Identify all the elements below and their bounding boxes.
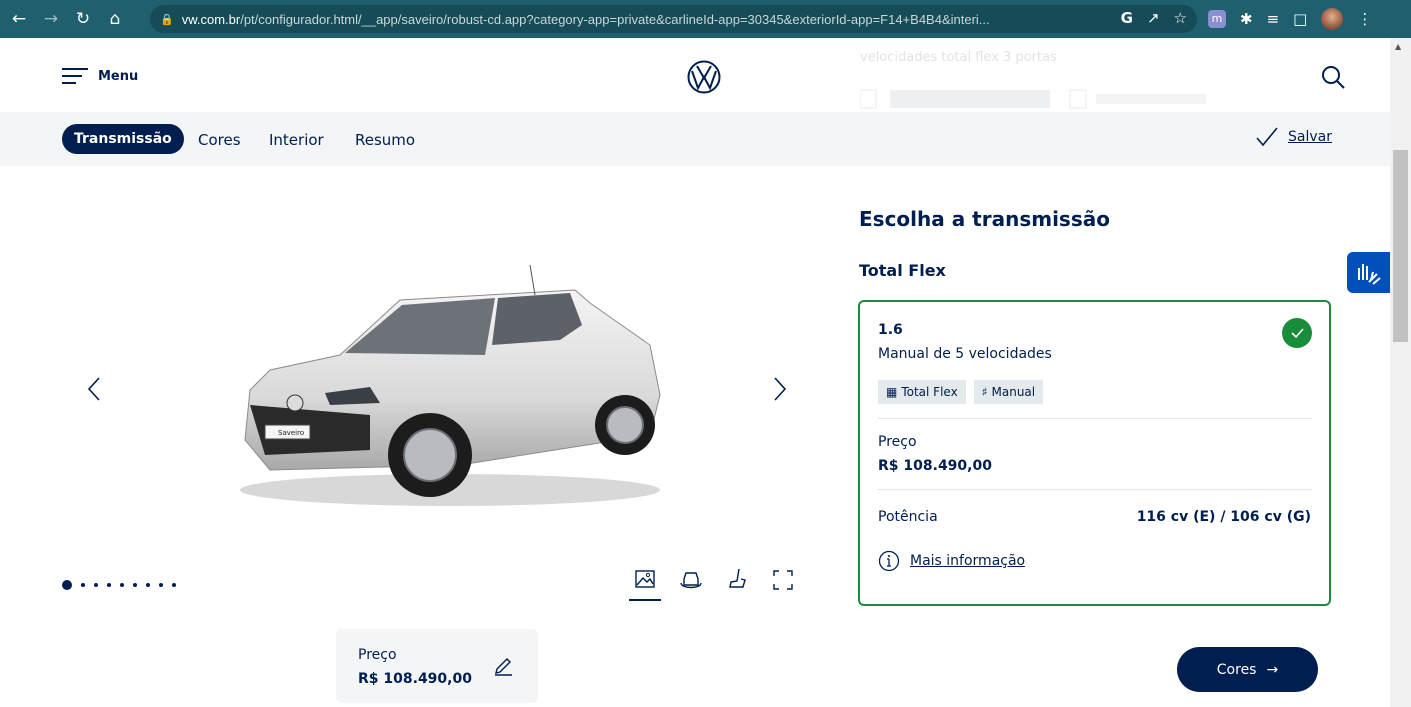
image-view-icon[interactable] xyxy=(629,565,661,601)
transmission-option-card[interactable]: 1.6 Manual de 5 velocidades ▦ Total Flex… xyxy=(858,300,1331,606)
arrow-right-icon: → xyxy=(1266,661,1279,678)
configurator-steps: Transmissão Cores Interior Resumo Salvar xyxy=(0,112,1390,166)
more-info-label: Mais informação xyxy=(910,553,1026,569)
vw-logo-icon[interactable] xyxy=(687,60,721,94)
scrollbar-thumb[interactable] xyxy=(1393,150,1408,342)
pagination-dot[interactable] xyxy=(133,583,137,587)
pagination-dot[interactable] xyxy=(94,583,98,587)
reload-icon[interactable]: ↻ xyxy=(70,9,96,29)
gearbox-icon: ♯ xyxy=(981,385,988,399)
info-icon xyxy=(878,550,900,572)
menu-label: Menu xyxy=(98,68,139,84)
pagination-dot[interactable] xyxy=(62,580,72,590)
fuel-chip: ▦ Total Flex xyxy=(878,380,966,404)
divider xyxy=(878,418,1312,419)
share-icon[interactable]: ↗ xyxy=(1147,9,1160,27)
card-price-label: Preço xyxy=(878,434,917,450)
star-icon[interactable]: ☆ xyxy=(1174,9,1187,27)
transmission-description: Manual de 5 velocidades xyxy=(878,346,1052,362)
extension-icon[interactable]: m xyxy=(1208,10,1226,28)
lock-icon[interactable]: 🔒 xyxy=(160,13,174,26)
forward-icon[interactable]: → xyxy=(38,9,64,29)
page-scrollbar[interactable]: ▲ xyxy=(1390,38,1411,707)
pagination-dot[interactable] xyxy=(120,583,124,587)
url-path: /pt/configurador.html/__app/saveiro/robu… xyxy=(240,11,990,27)
page-title: Escolha a transmissão xyxy=(859,207,1110,231)
tab-interior[interactable]: Interior xyxy=(269,131,324,149)
card-price-value: R$ 108.490,00 xyxy=(878,458,992,474)
pagination-dot[interactable] xyxy=(146,583,150,587)
chip-label: Manual xyxy=(991,385,1036,399)
url-text[interactable]: vw.com.br/pt/configurador.html/__app/sav… xyxy=(182,12,1102,27)
engine-label: 1.6 xyxy=(878,322,903,338)
address-bar[interactable]: 🔒 vw.com.br/pt/configurador.html/__app/s… xyxy=(150,5,1197,33)
interior-view-icon[interactable] xyxy=(721,565,753,601)
search-icon[interactable] xyxy=(1320,64,1346,90)
svg-text:Saveiro: Saveiro xyxy=(278,429,304,437)
pagination-dot[interactable] xyxy=(81,583,85,587)
price-label: Preço xyxy=(358,647,397,663)
fullscreen-icon[interactable] xyxy=(767,565,799,601)
gallery-pagination xyxy=(62,580,176,590)
sign-language-hands-icon xyxy=(1358,264,1381,285)
pagination-dot[interactable] xyxy=(159,583,163,587)
google-icon[interactable]: G xyxy=(1121,9,1133,27)
ghost-text: velocidades total flex 3 portas xyxy=(860,50,1057,65)
edit-pencil-icon[interactable] xyxy=(491,653,515,677)
save-label: Salvar xyxy=(1288,129,1332,145)
save-button[interactable]: Salvar xyxy=(1256,126,1332,148)
check-icon xyxy=(1256,127,1278,147)
price-summary: Preço R$ 108.490,00 xyxy=(336,629,538,703)
sign-language-widget[interactable] xyxy=(1347,252,1390,293)
group-title: Total Flex xyxy=(859,261,946,280)
home-icon[interactable]: ⌂ xyxy=(102,9,128,29)
kebab-menu-icon[interactable]: ⋮ xyxy=(1357,10,1372,28)
pagination-dot[interactable] xyxy=(107,583,111,587)
power-label: Potência xyxy=(878,509,938,525)
fuel-icon: ▦ xyxy=(886,385,898,399)
pagination-dot[interactable] xyxy=(172,583,176,587)
media-icon[interactable]: ≡ xyxy=(1267,10,1280,28)
power-value: 116 cv (E) / 106 cv (G) xyxy=(1136,509,1311,525)
back-icon[interactable]: ← xyxy=(6,9,32,29)
profile-avatar[interactable] xyxy=(1321,8,1344,30)
ghost-chips xyxy=(860,89,1206,109)
divider xyxy=(878,489,1312,490)
chip-label: Total Flex xyxy=(901,385,958,399)
car-image: Saveiro xyxy=(240,265,661,506)
tab-resumo[interactable]: Resumo xyxy=(355,131,415,149)
selected-check-icon xyxy=(1282,318,1312,348)
url-host: vw.com.br xyxy=(181,11,241,27)
previous-image-arrow[interactable] xyxy=(80,374,110,404)
view-switcher xyxy=(629,565,799,601)
site-header: Menu velocidades total flex 3 portas xyxy=(0,38,1390,112)
menu-button[interactable]: Menu xyxy=(62,68,138,84)
gearbox-chip: ♯ Manual xyxy=(973,380,1044,404)
hamburger-icon xyxy=(62,68,88,84)
360-view-icon[interactable] xyxy=(675,565,707,601)
puzzle-icon[interactable]: ✱ xyxy=(1240,10,1253,28)
next-step-button[interactable]: Cores → xyxy=(1177,647,1318,692)
next-step-label: Cores xyxy=(1216,661,1257,678)
more-info-link[interactable]: Mais informação xyxy=(878,550,1025,572)
sidepanel-icon[interactable]: □ xyxy=(1293,10,1307,28)
price-value: R$ 108.490,00 xyxy=(358,671,472,687)
scroll-up-arrow-icon[interactable]: ▲ xyxy=(1395,42,1401,51)
tab-transmissao[interactable]: Transmissão xyxy=(62,124,184,154)
next-image-arrow[interactable] xyxy=(764,374,794,404)
tab-cores[interactable]: Cores xyxy=(198,131,241,149)
browser-toolbar: ← → ↻ ⌂ 🔒 vw.com.br/pt/configurador.html… xyxy=(0,0,1411,38)
